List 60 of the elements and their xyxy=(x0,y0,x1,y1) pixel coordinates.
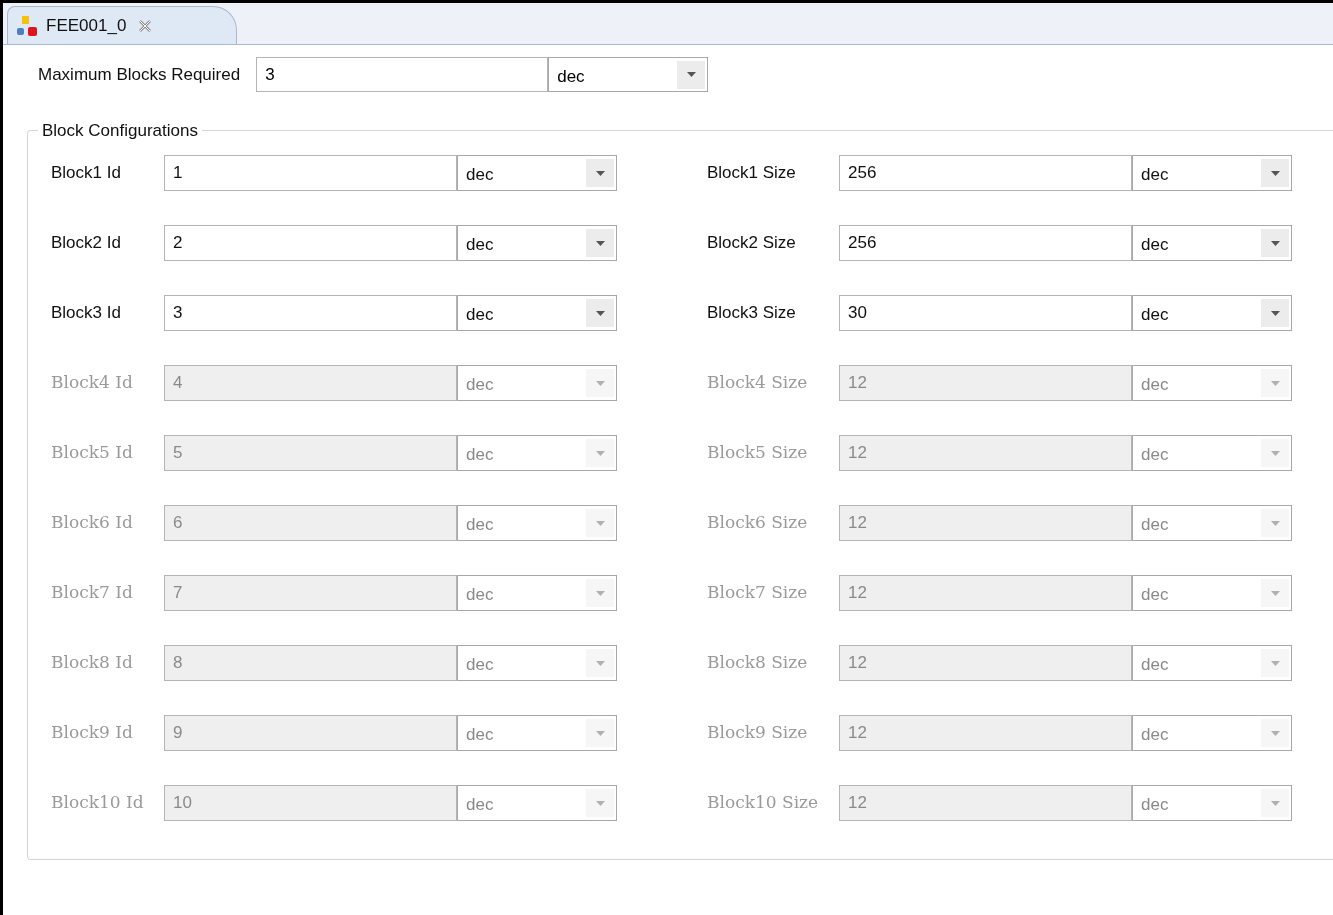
field-label: Block9 Size xyxy=(707,721,809,745)
text-field[interactable]: 30 xyxy=(839,295,1132,331)
format-dropdown[interactable]: dec xyxy=(457,295,617,331)
field-label: Block3 Id xyxy=(51,302,122,325)
dropdown-caret-icon xyxy=(586,229,614,257)
field-label: Block5 Size xyxy=(707,441,809,465)
field-label: Block2 Id xyxy=(51,232,122,255)
field-label: Block4 Size xyxy=(707,371,809,395)
dropdown-caret-icon xyxy=(586,159,614,187)
format-dropdown[interactable]: dec xyxy=(1132,225,1292,261)
dropdown-caret-icon xyxy=(1261,579,1289,607)
dropdown-caret-icon xyxy=(586,369,614,397)
format-dropdown[interactable]: dec xyxy=(457,155,617,191)
dropdown-caret-icon xyxy=(1261,299,1289,327)
close-icon[interactable] xyxy=(138,18,153,33)
field-label: Block5 Id xyxy=(51,441,134,465)
format-dropdown[interactable]: dec xyxy=(1132,155,1292,191)
text-field[interactable]: 256 xyxy=(839,155,1132,191)
dropdown-caret-icon xyxy=(1261,369,1289,397)
field-label: Block10 Size xyxy=(707,791,820,815)
field-label: Block9 Id xyxy=(51,721,134,745)
field-label: Block7 Size xyxy=(707,581,809,605)
dropdown-caret-icon xyxy=(1261,229,1289,257)
format-dropdown[interactable]: dec xyxy=(1132,295,1292,331)
field-label: Block7 Id xyxy=(51,581,134,605)
dropdown-caret-icon xyxy=(1261,509,1289,537)
field-label: Block4 Id xyxy=(51,371,134,395)
component-icon xyxy=(16,14,38,37)
text-field[interactable]: 256 xyxy=(839,225,1132,261)
editor-tab[interactable]: FEE001_0 xyxy=(7,6,237,44)
dropdown-caret-icon xyxy=(586,509,614,537)
field-label: Maximum Blocks Required xyxy=(38,63,241,86)
text-field[interactable]: 2 xyxy=(164,225,457,261)
dropdown-caret-icon xyxy=(586,439,614,467)
field-label: Block8 Id xyxy=(51,651,134,675)
format-dropdown[interactable]: dec xyxy=(548,57,709,92)
format-dropdown[interactable]: dec xyxy=(457,225,617,261)
field-label: Block1 Size xyxy=(707,162,797,185)
dropdown-caret-icon xyxy=(1261,159,1289,187)
text-field[interactable]: 3 xyxy=(256,57,549,92)
field-label: Block6 Id xyxy=(51,511,134,535)
text-field[interactable]: 3 xyxy=(164,295,457,331)
field-label: Block6 Size xyxy=(707,511,809,535)
tab-title: FEE001_0 xyxy=(46,14,127,37)
field-label: Block2 Size xyxy=(707,232,797,255)
dropdown-caret-icon xyxy=(586,789,614,817)
dropdown-caret-icon xyxy=(586,719,614,747)
field-label: Block10 Id xyxy=(51,791,145,815)
dropdown-caret-icon xyxy=(586,649,614,677)
dropdown-caret-icon xyxy=(1261,439,1289,467)
dropdown-caret-icon xyxy=(1261,719,1289,747)
dropdown-caret-icon xyxy=(586,579,614,607)
field-label: Block1 Id xyxy=(51,162,122,185)
text-field[interactable]: 1 xyxy=(164,155,457,191)
dropdown-caret-icon xyxy=(1261,649,1289,677)
dropdown-caret-icon xyxy=(1261,789,1289,817)
dropdown-caret-icon xyxy=(677,60,706,89)
dropdown-caret-icon xyxy=(586,299,614,327)
field-label: Block3 Size xyxy=(707,302,797,325)
field-label: Block8 Size xyxy=(707,651,809,675)
